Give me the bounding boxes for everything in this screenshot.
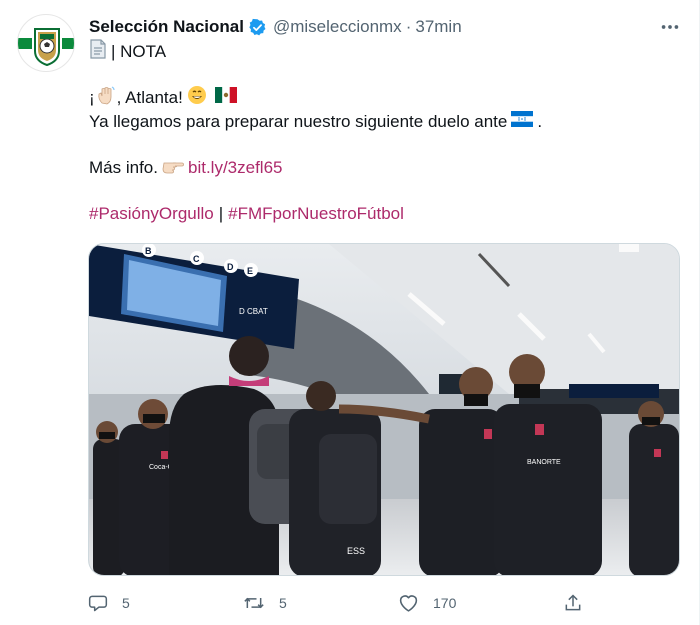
hashtag-pasion-y-orgullo[interactable]: #PasiónyOrgullo bbox=[89, 202, 214, 226]
sign-letter-b: B bbox=[145, 246, 152, 256]
note-line: | NOTA bbox=[89, 38, 675, 66]
reply-icon bbox=[88, 595, 108, 612]
pointing-hand-icon bbox=[162, 156, 184, 181]
tweet-header: Selección Nacional @miseleccionmx · 37mi… bbox=[89, 14, 675, 40]
note-label: | NOTA bbox=[111, 42, 167, 61]
arrival-text: Ya llegamos para preparar nuestro siguie… bbox=[89, 112, 508, 131]
document-icon bbox=[89, 38, 107, 66]
tweet-timestamp[interactable]: 37min bbox=[415, 17, 461, 37]
share-icon bbox=[565, 594, 581, 611]
like-button[interactable]: 170 bbox=[398, 588, 456, 618]
kit-banorte-label: BANORTE bbox=[527, 459, 561, 466]
more-info-line: Más info. bit.ly/3zefl65 bbox=[89, 156, 675, 180]
greeting-line: ¡ , Atlanta! bbox=[89, 85, 675, 112]
arrival-line: Ya llegamos para preparar nuestro siguie… bbox=[89, 110, 675, 134]
account-name[interactable]: Selección Nacional bbox=[89, 17, 244, 37]
mexico-crest-icon bbox=[18, 28, 74, 67]
sign-letter-c: C bbox=[193, 254, 200, 264]
greeting-prefix: ¡ bbox=[89, 88, 95, 107]
separator-dot: · bbox=[405, 17, 412, 36]
tweet-photo[interactable]: B C D E D CBAT Coca-Cola ESS BANORTE bbox=[88, 243, 680, 576]
grinning-face-icon bbox=[187, 85, 207, 112]
tweet: Selección Nacional @miseleccionmx · 37mi… bbox=[0, 0, 700, 625]
retweet-icon bbox=[244, 597, 264, 609]
reply-count: 5 bbox=[122, 595, 130, 611]
sign-letter-d: D bbox=[227, 262, 234, 272]
retweet-button[interactable]: 5 bbox=[243, 588, 287, 618]
tweet-text: | NOTA ¡ , Atlanta! Ya llegamos para pre… bbox=[89, 38, 675, 226]
hashtags-line: #PasiónyOrgullo | #FMFporNuestroFútbol bbox=[89, 202, 675, 226]
sign-letter-e: E bbox=[247, 266, 253, 276]
kit-short-label: ESS bbox=[347, 546, 365, 556]
hashtag-separator: | bbox=[218, 204, 224, 223]
more-options-icon[interactable] bbox=[659, 16, 681, 43]
more-info-text: Más info. bbox=[89, 158, 158, 177]
mexico-flag-icon bbox=[214, 86, 237, 110]
short-link[interactable]: bit.ly/3zefl65 bbox=[188, 156, 283, 180]
greeting-text: , Atlanta! bbox=[116, 88, 183, 107]
hashtag-fmf-por-nuestro-futbol[interactable]: #FMFporNuestroFútbol bbox=[228, 202, 404, 226]
like-count: 170 bbox=[433, 595, 457, 611]
verified-badge-icon bbox=[248, 18, 267, 37]
airport-team-photo: B C D E D CBAT Coca-Cola ESS BANORTE bbox=[89, 244, 679, 575]
arrival-end: . bbox=[537, 112, 543, 131]
account-handle[interactable]: @miseleccionmx bbox=[273, 17, 402, 37]
heart-icon bbox=[399, 595, 418, 612]
honduras-flag-icon bbox=[511, 110, 534, 134]
reply-button[interactable]: 5 bbox=[88, 588, 130, 618]
retweet-count: 5 bbox=[279, 595, 287, 611]
sign-text: D CBAT bbox=[239, 307, 268, 316]
avatar[interactable] bbox=[17, 14, 75, 72]
waving-hand-icon bbox=[96, 85, 116, 112]
tweet-actions: 5 5 170 bbox=[88, 588, 608, 618]
share-button[interactable] bbox=[563, 588, 583, 618]
